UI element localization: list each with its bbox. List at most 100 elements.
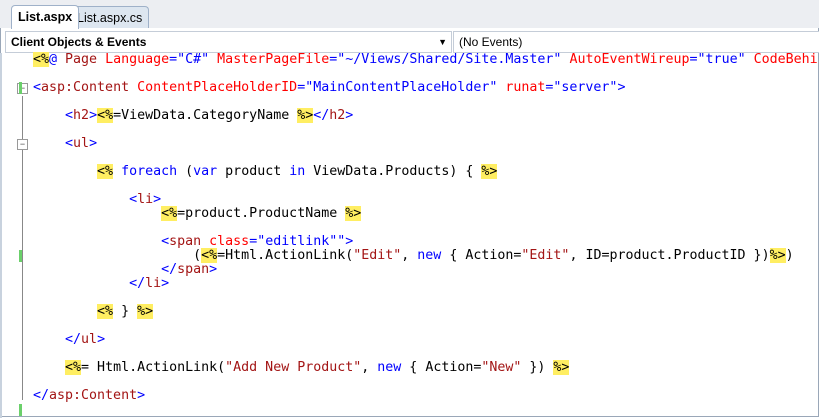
code-token: Language — [97, 52, 170, 67]
code-token: "true" — [697, 52, 746, 67]
code-token: </ — [65, 332, 82, 347]
code-token: AutoEventWireup — [561, 52, 690, 67]
code-token: ="editlink""> — [249, 234, 354, 249]
code-token: > — [89, 136, 98, 151]
code-line: <h2><%=ViewData.CategoryName %></h2> — [33, 108, 818, 123]
code-token: > — [89, 108, 98, 123]
code-token: var — [193, 164, 218, 179]
code-line: <%=product.ProductName %> — [33, 206, 818, 221]
code-token: > — [345, 108, 354, 123]
code-token: "Add New Product" — [225, 360, 362, 375]
events-dropdown[interactable]: (No Events) — [453, 31, 819, 53]
code-token: < — [33, 80, 42, 95]
code-token: = — [169, 52, 178, 67]
code-token: span — [177, 262, 210, 277]
code-token: </ — [129, 276, 146, 291]
code-token: "C#" — [177, 52, 210, 67]
code-token: <% — [97, 164, 114, 179]
code-token: > — [161, 276, 170, 291]
code-token: <% — [201, 248, 218, 263]
code-token: <% — [33, 52, 50, 67]
code-token: CodeBehi — [745, 52, 818, 67]
client-objects-value: Client Objects & Events — [11, 35, 147, 49]
code-line: <% foreach (var product in ViewData.Prod… — [33, 164, 818, 179]
tab-list-aspx[interactable]: List.aspx — [11, 5, 80, 29]
code-token: > — [137, 388, 146, 403]
code-token: ContentPlaceHolderID — [129, 80, 298, 95]
code-line: <% } %> — [33, 304, 818, 319]
code-token: ( — [177, 164, 194, 179]
code-token: </ — [313, 108, 330, 123]
code-token: } — [113, 304, 138, 319]
code-token: < — [129, 192, 138, 207]
code-token: > — [97, 332, 106, 347]
code-token: ul — [81, 332, 98, 347]
code-token: in — [289, 164, 306, 179]
chevron-down-icon[interactable]: ▼ — [438, 32, 447, 52]
code-token: "New" — [481, 360, 522, 375]
code-token: > — [209, 262, 218, 277]
code-token: <% — [65, 360, 82, 375]
code-token: @ — [49, 52, 58, 67]
code-token: "Edit" — [353, 248, 402, 263]
editor-left-margin — [0, 53, 2, 418]
code-token: { Action= — [401, 360, 482, 375]
code-line: </ul> — [33, 333, 818, 347]
code-token: asp:Content — [49, 388, 138, 403]
code-token: > — [153, 192, 162, 207]
tab-list-aspx-cs[interactable]: List.aspx.cs — [70, 6, 150, 28]
code-token: %> — [769, 248, 786, 263]
code-line: </span> — [33, 263, 818, 277]
code-token: "Edit" — [521, 248, 570, 263]
code-line: <li> — [33, 193, 818, 207]
code-line: <ul> — [33, 137, 818, 151]
code-token: }) — [521, 360, 554, 375]
code-line: </li> — [33, 277, 818, 291]
code-token: </ — [161, 262, 178, 277]
code-token: , — [401, 248, 418, 263]
code-token: , — [361, 360, 378, 375]
code-token: ViewData.Products) { — [305, 164, 482, 179]
code-token: %> — [481, 164, 498, 179]
change-marker — [19, 82, 22, 94]
code-token: , ID=product.ProductID }) — [569, 248, 770, 263]
code-token: %> — [553, 360, 570, 375]
client-objects-dropdown[interactable]: Client Objects & Events ▼ — [5, 31, 452, 53]
code-token: <% — [161, 206, 178, 221]
code-token: =ViewData.CategoryName — [113, 108, 298, 123]
code-token: MasterPageFile — [209, 52, 330, 67]
code-token: ( — [193, 248, 202, 263]
code-token: < — [161, 234, 170, 249]
code-token: = — [689, 52, 698, 67]
code-token: <% — [97, 304, 114, 319]
code-token: ="server"> — [545, 80, 626, 95]
change-marker — [19, 250, 22, 262]
code-token: h2 — [73, 108, 90, 123]
change-marker — [19, 404, 22, 416]
code-token: li — [145, 276, 162, 291]
code-token: %> — [297, 108, 314, 123]
document-tab-bar: List.aspx List.aspx.cs — [0, 0, 819, 29]
collapse-icon[interactable]: − — [17, 139, 28, 150]
code-token: </ — [33, 388, 50, 403]
code-token: = Html.ActionLink( — [81, 360, 226, 375]
code-token: li — [137, 192, 154, 207]
code-token: span — [169, 234, 202, 249]
code-token: =Html.ActionLink( — [217, 248, 354, 263]
code-line: <span class="editlink""> — [33, 235, 818, 249]
code-token: %> — [137, 304, 154, 319]
code-line: <%@ Page Language="C#" MasterPageFile="~… — [33, 52, 818, 67]
code-editor[interactable]: <%@ Page Language="C#" MasterPageFile="~… — [33, 52, 818, 403]
events-value: (No Events) — [459, 35, 523, 49]
code-token: < — [65, 136, 74, 151]
code-token: runat — [497, 80, 546, 95]
